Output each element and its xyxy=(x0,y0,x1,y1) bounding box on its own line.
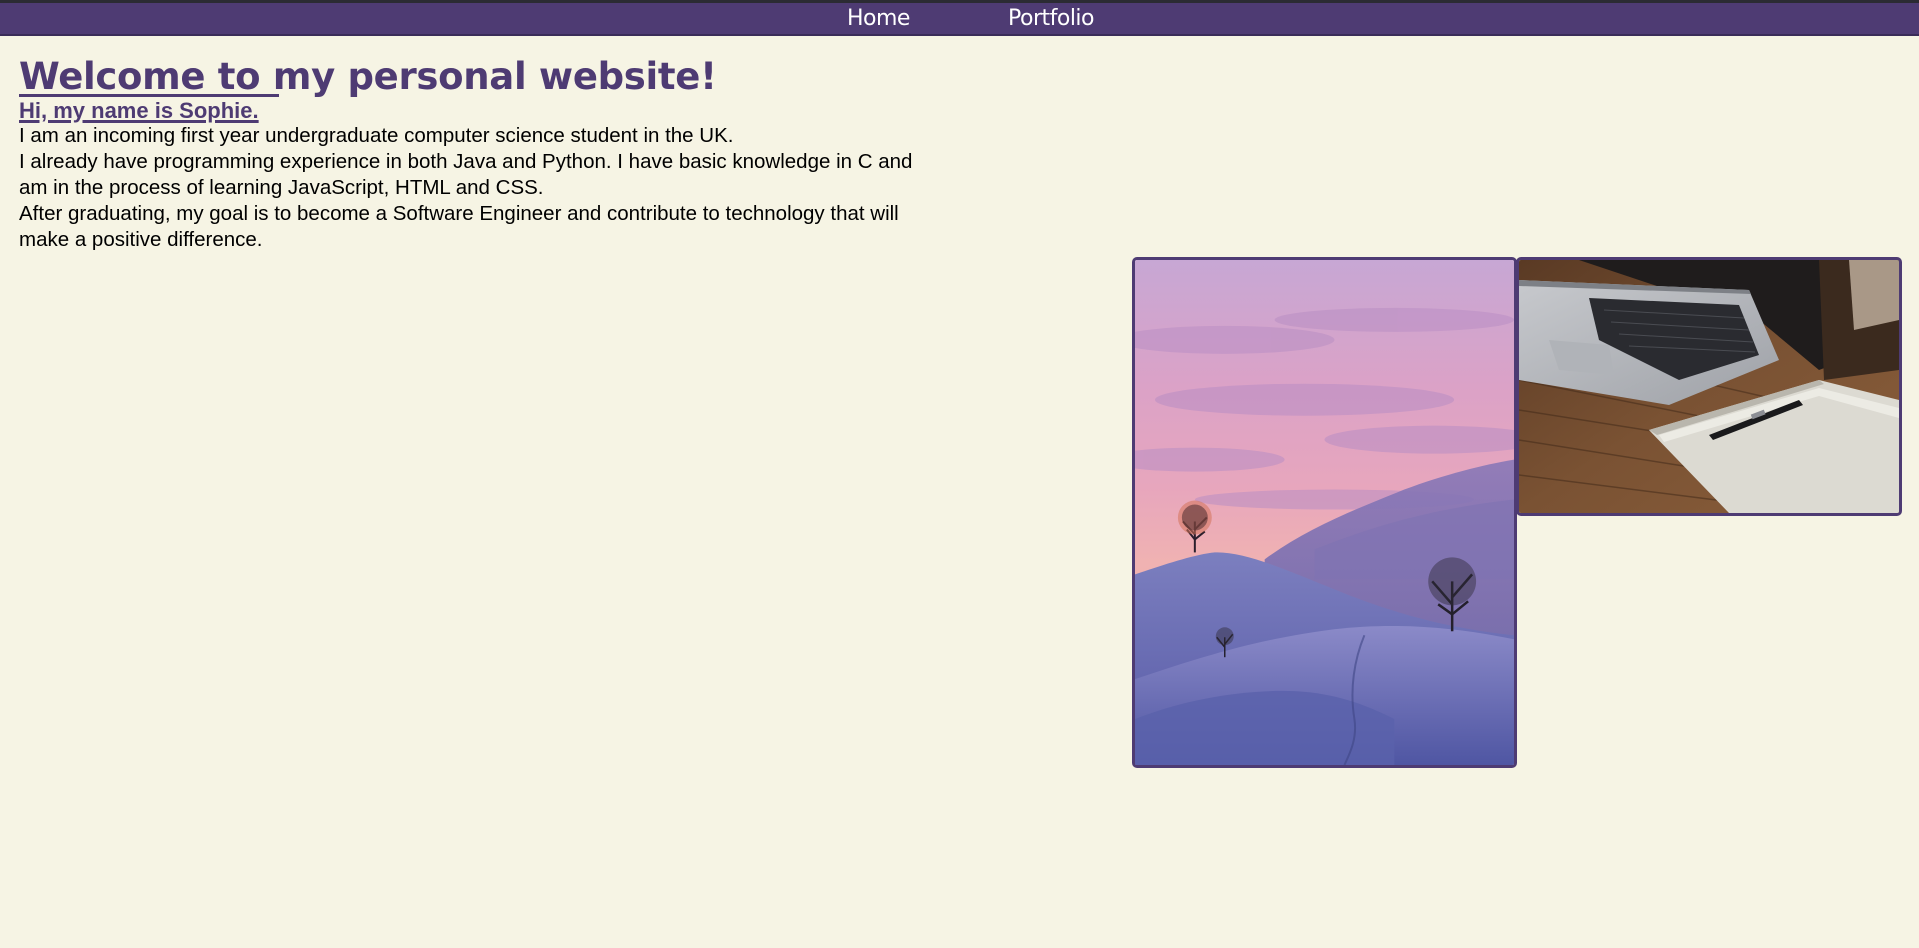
sunset-hills-photo xyxy=(1132,257,1517,768)
page-title: Welcome to my personal website! xyxy=(19,55,717,98)
top-navigation-bar: Home Portfolio xyxy=(0,3,1919,36)
title-underline xyxy=(19,94,279,97)
nav-portfolio-link[interactable]: Portfolio xyxy=(1008,6,1095,32)
nav-home-link[interactable]: Home xyxy=(847,6,910,32)
main-content: Welcome to my personal website! Hi, my n… xyxy=(19,55,929,253)
intro-paragraph-3: After graduating, my goal is to become a… xyxy=(19,202,899,251)
intro-paragraph-1: I am an incoming first year undergraduat… xyxy=(19,124,734,147)
intro-paragraph-2: I already have programming experience in… xyxy=(19,150,913,199)
laptop-notebook-photo xyxy=(1516,257,1902,516)
page-subtitle: Hi, my name is Sophie. xyxy=(19,98,259,123)
